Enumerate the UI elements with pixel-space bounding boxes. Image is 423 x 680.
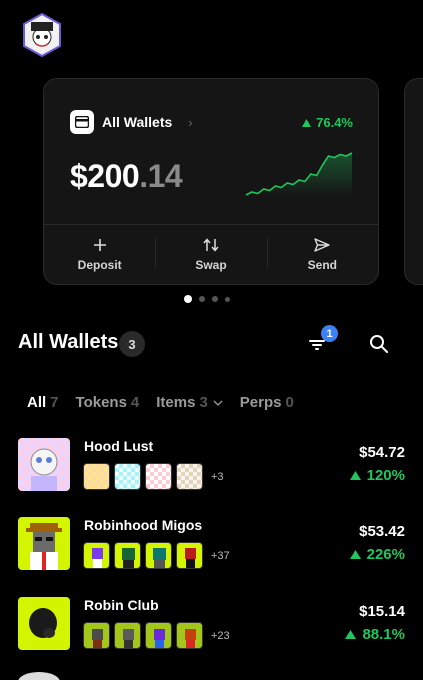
plus-icon [93, 239, 106, 251]
nft-thumbnail[interactable] [145, 622, 172, 649]
wallet-change: 120% [349, 467, 405, 484]
swap-button[interactable]: Swap [155, 224, 266, 284]
arrow-up-icon [349, 550, 361, 559]
carousel-dot[interactable] [199, 296, 205, 302]
filter-count-badge: 1 [321, 325, 338, 342]
wallet-avatar [18, 517, 70, 570]
next-card-peek[interactable] [404, 78, 423, 285]
nft-thumbnail[interactable] [114, 542, 141, 569]
carousel-dot-active[interactable] [184, 295, 192, 303]
tab-count: 3 [199, 394, 208, 411]
balance-main: $200 [70, 158, 140, 194]
balance-decimal: .14 [139, 158, 183, 194]
tab-label: All [27, 394, 47, 411]
more-count: +37 [211, 549, 230, 562]
wallet-change-value: 226% [366, 546, 405, 563]
nft-thumbnail[interactable] [176, 542, 203, 569]
nft-thumbnail[interactable] [83, 463, 110, 490]
wallet-value: $15.14 [359, 603, 405, 620]
chevron-down-icon [213, 400, 223, 406]
nft-thumbnail[interactable] [176, 622, 203, 649]
wallet-change: 226% [349, 546, 405, 563]
tab-all[interactable]: All 7 [27, 394, 59, 411]
carousel-dot[interactable] [212, 296, 218, 302]
card-change: 76.4% [302, 115, 353, 130]
card-actions: Deposit Swap Send [44, 224, 378, 284]
tab-count: 4 [130, 394, 140, 411]
send-button[interactable]: Send [266, 224, 378, 284]
send-icon [314, 238, 331, 252]
wallet-change: 88.1% [345, 626, 405, 643]
wallet-row[interactable]: Hood Lust +3 $54.72 120% [18, 438, 406, 493]
balance-sparkline [245, 152, 353, 197]
wallet-change-value: 88.1% [362, 626, 405, 643]
nft-thumbnail[interactable] [83, 622, 110, 649]
nft-thumbnail[interactable] [114, 463, 141, 490]
search-button[interactable] [368, 333, 390, 355]
card-change-value: 76.4% [316, 115, 353, 130]
arrow-up-icon [345, 630, 357, 639]
wallet-row[interactable]: Robin Club +23 $15.14 88.1% [18, 597, 406, 652]
swap-label: Swap [195, 258, 227, 272]
deposit-label: Deposit [77, 258, 122, 272]
tab-tokens[interactable]: Tokens 4 [76, 394, 140, 411]
carousel-dots [184, 295, 230, 303]
more-count: +23 [211, 629, 230, 642]
send-label: Send [307, 258, 337, 272]
tab-label: Items [156, 394, 196, 411]
nft-thumbnail[interactable] [176, 463, 203, 490]
tab-items[interactable]: Items 3 [156, 394, 223, 411]
wallet-count-badge: 3 [119, 331, 145, 357]
balance: $200.14 [70, 158, 183, 195]
chevron-right-icon: › [188, 114, 193, 130]
nft-thumbnails: +3 [83, 463, 224, 490]
nft-thumbnails: +37 [83, 542, 230, 569]
tab-count: 7 [50, 394, 59, 411]
card-header[interactable]: All Wallets › [70, 110, 193, 134]
tab-perps[interactable]: Perps 0 [240, 394, 294, 411]
deposit-button[interactable]: Deposit [44, 224, 155, 284]
next-row-avatar-peek[interactable] [18, 672, 60, 680]
wallet-name: Robinhood Migos [84, 517, 203, 533]
wallet-name: Robin Club [84, 597, 159, 613]
wallet-summary-card[interactable]: All Wallets › 76.4% $200.14 Deposit Swap… [43, 78, 379, 285]
arrow-up-icon [349, 471, 361, 480]
wallet-value: $53.42 [359, 523, 405, 540]
profile-avatar[interactable] [22, 12, 62, 58]
nft-thumbnail[interactable] [145, 542, 172, 569]
tab-count: 0 [285, 394, 294, 411]
nft-thumbnail[interactable] [114, 622, 141, 649]
tab-label: Perps [239, 394, 282, 411]
wallet-name: Hood Lust [84, 438, 154, 454]
carousel-dot[interactable] [225, 296, 230, 302]
wallet-avatar [18, 597, 70, 650]
asset-tabs: All 7 Tokens 4 Items 3 Perps 0 [27, 394, 311, 411]
nft-thumbnail[interactable] [145, 463, 172, 490]
tab-label: Tokens [75, 394, 127, 411]
nft-thumbnail[interactable] [83, 542, 110, 569]
wallet-avatar [18, 438, 70, 491]
search-icon [370, 335, 388, 353]
arrow-up-icon [302, 118, 312, 127]
nft-thumbnails: +23 [83, 622, 230, 649]
wallet-row[interactable]: Robinhood Migos +37 $53.42 226% [18, 517, 406, 572]
swap-icon [203, 238, 219, 252]
wallet-icon [70, 110, 94, 134]
more-count: +3 [211, 470, 224, 483]
wallet-value: $54.72 [359, 444, 405, 461]
wallet-change-value: 120% [366, 467, 405, 484]
card-title: All Wallets [102, 114, 173, 130]
section-title: All Wallets [18, 331, 119, 353]
